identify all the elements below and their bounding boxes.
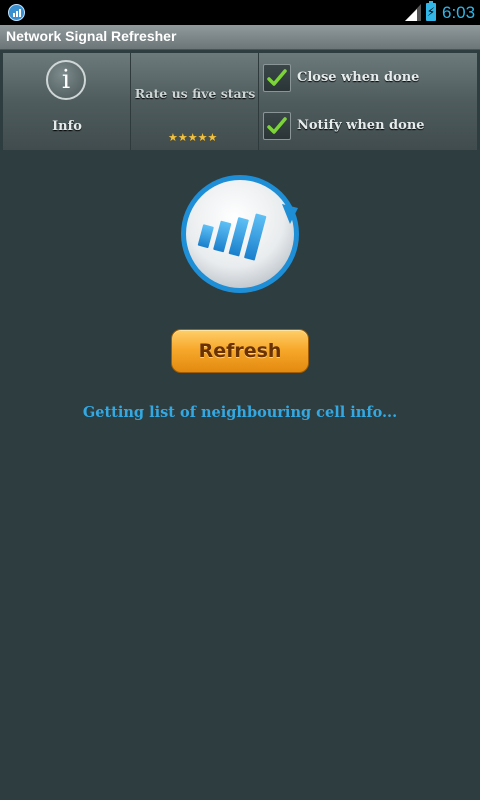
info-label: Info (52, 119, 82, 134)
refresh-button[interactable]: Refresh (171, 329, 309, 373)
notify-when-done-checkbox[interactable] (263, 112, 291, 140)
notify-when-done-option[interactable]: Notify when done (263, 112, 473, 142)
rate-label: Rate us five stars (134, 86, 256, 101)
checkmark-icon (267, 117, 287, 134)
top-panel: i Info Rate us five stars ★★★★★ Close wh… (3, 53, 477, 150)
rate-button[interactable]: Rate us five stars ★★★★★ (131, 53, 259, 150)
notify-when-done-label: Notify when done (297, 118, 425, 133)
signal-strength-icon (405, 4, 421, 21)
info-icon: i (46, 60, 86, 100)
status-message: Getting list of neighbouring cell info..… (82, 404, 398, 421)
app-title: Network Signal Refresher (6, 28, 177, 44)
clock: 6:03 (442, 3, 476, 22)
title-bar: Network Signal Refresher (0, 25, 480, 50)
status-bar: ⚡ 6:03 (0, 0, 480, 25)
close-when-done-checkbox[interactable] (263, 64, 291, 92)
app-notification-icon (8, 4, 25, 21)
options-group: Close when done Notify when done (259, 53, 477, 150)
five-stars-icon: ★★★★★ (168, 131, 218, 144)
checkmark-icon (267, 69, 287, 86)
signal-refresh-logo-icon (181, 175, 299, 293)
battery-icon: ⚡ (426, 1, 436, 21)
info-button[interactable]: i Info (3, 53, 131, 150)
close-when-done-label: Close when done (297, 70, 420, 85)
close-when-done-option[interactable]: Close when done (263, 64, 473, 94)
